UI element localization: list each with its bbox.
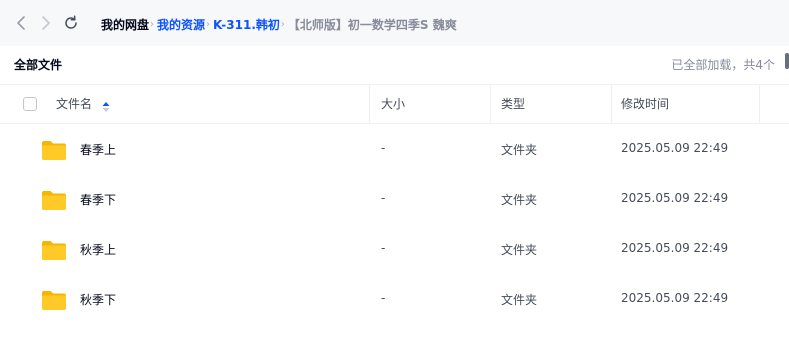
file-list-toolbar: 全部文件 已全部加载，共4个 [0,46,789,84]
breadcrumb-separator-icon: › [280,18,285,30]
file-modified-time: 2025.05.09 22:49 [621,191,729,205]
refresh-icon[interactable] [62,13,80,33]
breadcrumb-separator-icon: › [150,18,155,30]
file-name[interactable]: 春季下 [80,191,116,208]
table-row[interactable]: 春季下 - 文件夹 2025.05.09 22:49 [0,175,789,225]
column-header-size[interactable]: 大小 [381,85,405,123]
scrollbar[interactable] [785,53,789,69]
file-type: 文件夹 [501,143,538,157]
folder-icon [41,139,67,161]
file-size: - [381,191,386,205]
top-bar: 我的网盘 › 我的资源 › K-311.韩初 › 【北师版】初一数学四季S 魏爽 [0,0,789,46]
file-modified-time: 2025.05.09 22:49 [621,141,729,155]
file-name[interactable]: 秋季上 [80,241,116,258]
file-modified-time: 2025.05.09 22:49 [621,241,729,255]
load-status: 已全部加载，共4个 [671,58,775,72]
column-divider[interactable] [611,85,612,123]
column-header-type[interactable]: 类型 [501,85,525,123]
breadcrumb: 我的网盘 › 我的资源 › K-311.韩初 › 【北师版】初一数学四季S 魏爽 [101,15,457,33]
breadcrumb-item-my-resources[interactable]: 我的资源 [157,16,205,33]
file-size: - [381,241,386,255]
file-size: - [381,141,386,155]
file-type: 文件夹 [501,193,538,207]
breadcrumb-separator-icon: › [206,18,211,30]
folder-icon [41,239,67,261]
folder-icon [41,189,67,211]
column-header-name[interactable]: 文件名 [56,85,92,123]
column-divider[interactable] [490,85,491,123]
breadcrumb-item-my-drive[interactable]: 我的网盘 [101,16,149,33]
file-type: 文件夹 [501,293,538,307]
breadcrumb-item-current: 【北师版】初一数学四季S 魏爽 [287,17,457,32]
forward-icon[interactable] [36,13,54,33]
folder-icon [41,289,67,311]
column-divider[interactable] [759,85,760,123]
table-row[interactable]: 春季上 - 文件夹 2025.05.09 22:49 [0,125,789,175]
column-header-modified[interactable]: 修改时间 [621,85,669,123]
table-row[interactable]: 秋季上 - 文件夹 2025.05.09 22:49 [0,225,789,275]
file-modified-time: 2025.05.09 22:49 [621,291,729,305]
column-divider[interactable] [369,85,370,123]
breadcrumb-item-k311[interactable]: K-311.韩初 [213,16,280,33]
select-all-checkbox[interactable] [23,97,37,111]
table-header: 文件名 大小 类型 修改时间 [0,84,789,124]
file-size: - [381,291,386,305]
back-icon[interactable] [13,13,31,33]
sort-ascending-icon[interactable] [102,98,110,112]
file-type: 文件夹 [501,243,538,257]
page-title: 全部文件 [14,58,63,72]
file-name[interactable]: 春季上 [80,141,116,158]
file-name[interactable]: 秋季下 [80,291,116,308]
table-row[interactable]: 秋季下 - 文件夹 2025.05.09 22:49 [0,275,789,325]
